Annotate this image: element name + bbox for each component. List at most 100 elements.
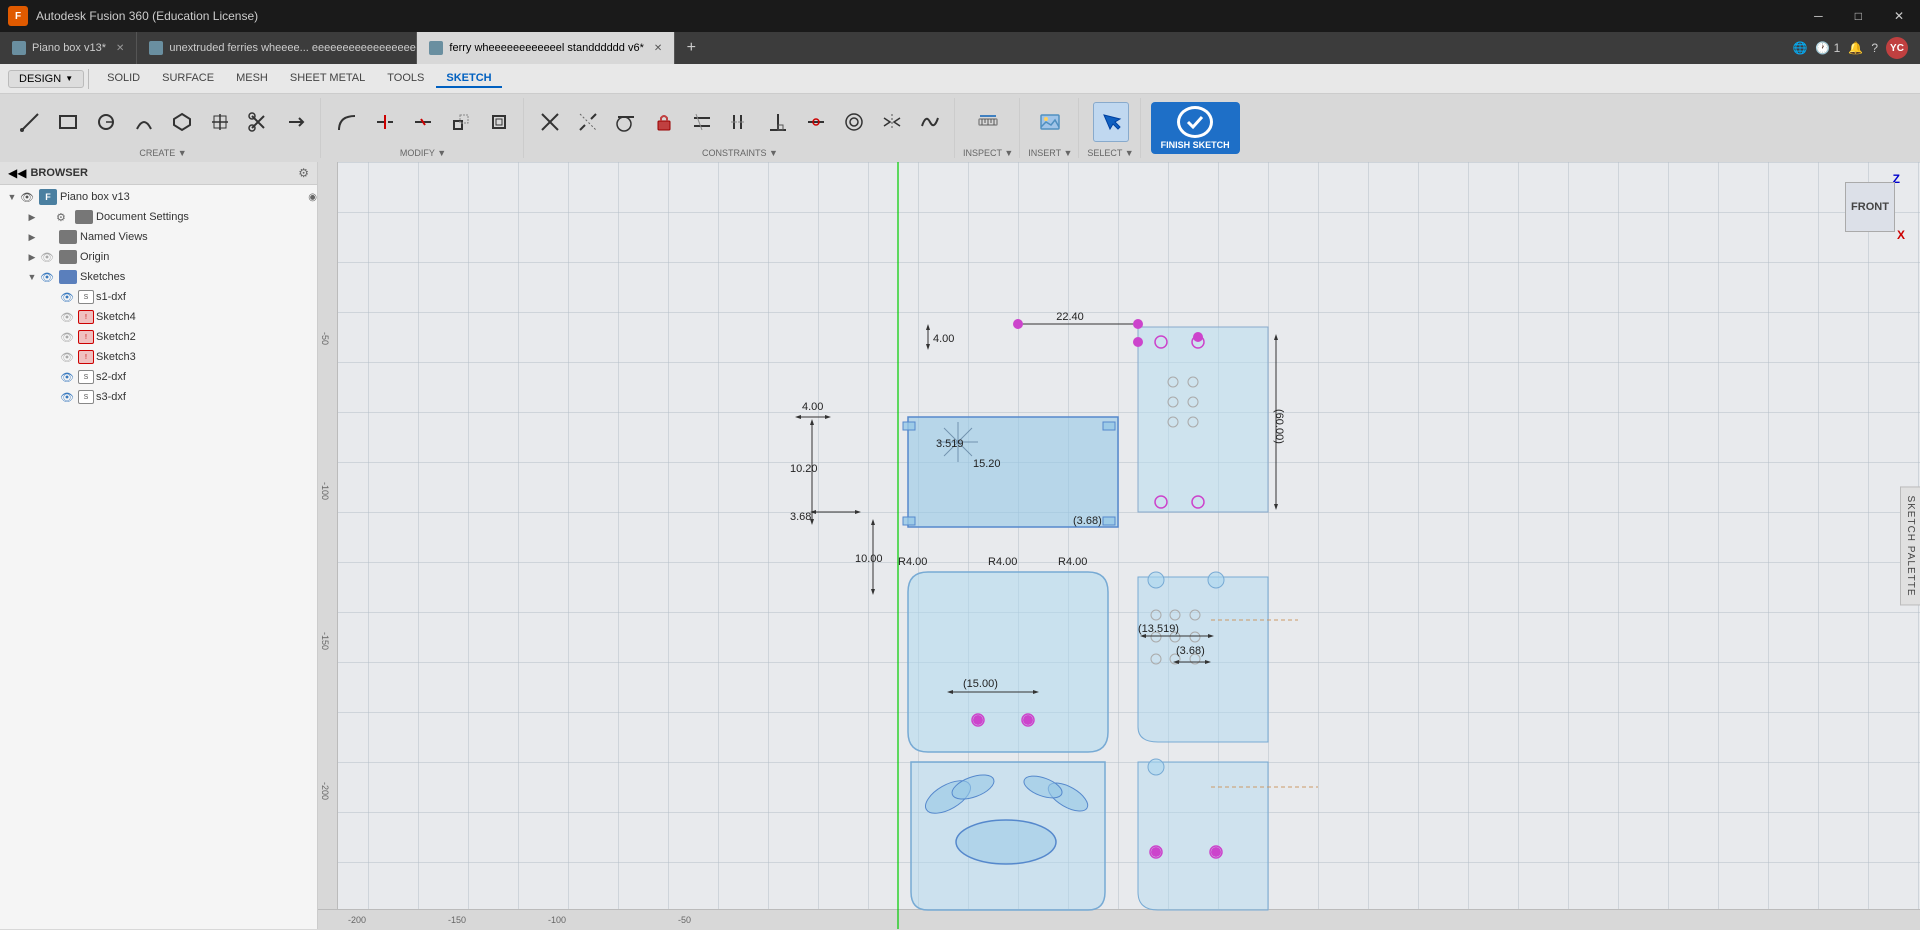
svg-text:(3.68): (3.68) bbox=[1176, 645, 1205, 657]
tree-item-s1-dxf[interactable]: 👁 S s1-dxf bbox=[0, 287, 317, 307]
view-cube[interactable]: Z FRONT X bbox=[1835, 172, 1905, 242]
s3-eye[interactable]: 👁 bbox=[60, 391, 76, 404]
tree-item-sketch4[interactable]: 👁 ! Sketch4 bbox=[0, 307, 317, 327]
finish-sketch-button[interactable]: FINISH SKETCH bbox=[1151, 102, 1240, 154]
select-tool[interactable] bbox=[1093, 102, 1129, 142]
fillet-tool[interactable] bbox=[329, 102, 365, 142]
concentric-tool[interactable] bbox=[836, 102, 872, 142]
symmetry-tool[interactable] bbox=[874, 102, 910, 142]
coincident-tool[interactable] bbox=[532, 102, 568, 142]
sketch2-label: Sketch2 bbox=[96, 331, 317, 343]
tab-close[interactable]: ✕ bbox=[116, 43, 124, 54]
root-eye[interactable]: 👁 bbox=[20, 191, 36, 204]
scale-tool[interactable] bbox=[443, 102, 479, 142]
lock-tool[interactable] bbox=[646, 102, 682, 142]
tree-item-sketches[interactable]: 👁 Sketches bbox=[0, 267, 317, 287]
sketch-palette-toggle[interactable]: SKETCH PALETTE bbox=[1900, 486, 1920, 605]
tree-item-origin[interactable]: 👁 Origin bbox=[0, 247, 317, 267]
arc-tool[interactable] bbox=[126, 102, 162, 142]
minimize-button[interactable]: ─ bbox=[1806, 7, 1831, 25]
design-mode-button[interactable]: DESIGN ▼ bbox=[8, 70, 84, 88]
doc-settings-gear[interactable]: ⚙ bbox=[56, 211, 72, 224]
equal-icon bbox=[691, 111, 713, 133]
tree-item-s3-dxf[interactable]: 👁 S s3-dxf bbox=[0, 387, 317, 407]
tab-ferry[interactable]: ferry wheeeeeeeeeeeel standddddd v6* ✕ bbox=[417, 32, 675, 64]
midpoint-tool[interactable] bbox=[798, 102, 834, 142]
tangent-tool[interactable] bbox=[608, 102, 644, 142]
user-avatar[interactable]: YC bbox=[1886, 37, 1908, 59]
sketches-eye[interactable]: 👁 bbox=[40, 271, 56, 284]
clock-icon[interactable]: 🕐 1 bbox=[1815, 41, 1840, 55]
tree-item-doc-settings[interactable]: ⚙ Document Settings bbox=[0, 207, 317, 227]
polygon-tool[interactable] bbox=[164, 102, 200, 142]
x-axis-label: X bbox=[1897, 228, 1905, 242]
expand-named-views[interactable] bbox=[24, 229, 40, 245]
tab-solid[interactable]: SOLID bbox=[97, 70, 150, 88]
tab-mesh[interactable]: MESH bbox=[226, 70, 278, 88]
tree-item-sketch2[interactable]: 👁 ! Sketch2 bbox=[0, 327, 317, 347]
root-label: Piano box v13 bbox=[60, 191, 306, 203]
finish-sketch-area: FINISH SKETCH bbox=[1151, 102, 1240, 154]
trim-tool[interactable] bbox=[240, 102, 276, 142]
canvas-area[interactable]: -200 -150 -100 -50 -200 -150 -100 -50 bbox=[318, 162, 1920, 929]
help-icon[interactable]: ? bbox=[1871, 41, 1878, 55]
tree-item-s2-dxf[interactable]: 👁 S s2-dxf bbox=[0, 367, 317, 387]
smooth-tool[interactable] bbox=[912, 102, 948, 142]
tree-item-named-views[interactable]: Named Views bbox=[0, 227, 317, 247]
tab-unextruded[interactable]: unextruded ferries wheeee... eeeeeeeeeee… bbox=[137, 32, 417, 64]
svg-text:(3.68): (3.68) bbox=[1073, 515, 1102, 527]
main-toolbar: CREATE ▼ MODIFY ▼ bbox=[0, 94, 1920, 162]
s2-eye[interactable]: 👁 bbox=[60, 371, 76, 384]
select-group: SELECT ▼ bbox=[1081, 98, 1140, 158]
perpendicular-tool[interactable] bbox=[760, 102, 796, 142]
line-tool[interactable] bbox=[12, 102, 48, 142]
measure-tool[interactable] bbox=[970, 102, 1006, 142]
tab-sketch[interactable]: SKETCH bbox=[436, 70, 501, 88]
view-cube-box[interactable]: FRONT bbox=[1845, 182, 1895, 232]
sketch3-eye[interactable]: 👁 bbox=[60, 351, 76, 364]
offset2-tool[interactable] bbox=[481, 102, 517, 142]
tab-close-3[interactable]: ✕ bbox=[654, 43, 662, 54]
expand-origin[interactable] bbox=[24, 249, 40, 265]
named-views-folder bbox=[59, 230, 77, 244]
sketch2-eye[interactable]: 👁 bbox=[60, 331, 76, 344]
polygon-icon bbox=[171, 111, 193, 133]
browser-collapse-icon[interactable]: ◀◀ bbox=[8, 166, 26, 180]
tab-piano-box[interactable]: Piano box v13* ✕ bbox=[0, 32, 137, 64]
tab-surface[interactable]: SURFACE bbox=[152, 70, 224, 88]
origin-eye[interactable]: 👁 bbox=[40, 251, 56, 264]
tab-tools[interactable]: TOOLS bbox=[377, 70, 434, 88]
s2-sketch-icon: S bbox=[78, 370, 94, 384]
bell-icon[interactable]: 🔔 bbox=[1848, 41, 1863, 55]
s1-eye[interactable]: 👁 bbox=[60, 291, 76, 304]
break-tool[interactable] bbox=[405, 102, 441, 142]
insert-image-tool[interactable] bbox=[1032, 102, 1068, 142]
close-button[interactable]: ✕ bbox=[1886, 7, 1912, 25]
globe-icon[interactable]: 🌐 bbox=[1792, 41, 1807, 55]
tab-sheet-metal[interactable]: SHEET METAL bbox=[280, 70, 375, 88]
parallel-tool[interactable] bbox=[722, 102, 758, 142]
root-broadcast[interactable]: ◉ bbox=[308, 192, 317, 203]
titlebar-controls[interactable]: ─ □ ✕ bbox=[1806, 7, 1912, 25]
equal-tool[interactable] bbox=[684, 102, 720, 142]
sketch3-icon: ! bbox=[78, 350, 94, 364]
rectangle-tool[interactable] bbox=[50, 102, 86, 142]
trim2-tool[interactable] bbox=[367, 102, 403, 142]
browser-settings-icon[interactable]: ⚙ bbox=[298, 166, 309, 180]
tree-item-root[interactable]: 👁 F Piano box v13 ◉ bbox=[0, 187, 317, 207]
expand-sketches[interactable] bbox=[24, 269, 40, 285]
doc-settings-folder bbox=[75, 210, 93, 224]
sketch4-eye[interactable]: 👁 bbox=[60, 311, 76, 324]
midpoint-icon bbox=[805, 111, 827, 133]
maximize-button[interactable]: □ bbox=[1847, 7, 1870, 25]
expand-doc-settings[interactable] bbox=[24, 209, 40, 225]
expand-root[interactable] bbox=[4, 189, 20, 205]
collinear-tool[interactable] bbox=[570, 102, 606, 142]
circle-tool[interactable] bbox=[88, 102, 124, 142]
new-tab-button[interactable]: + bbox=[675, 32, 707, 64]
offset-tool[interactable] bbox=[202, 102, 238, 142]
design-label: DESIGN bbox=[19, 73, 61, 85]
extend-tool[interactable] bbox=[278, 102, 314, 142]
tree-item-sketch3[interactable]: 👁 ! Sketch3 bbox=[0, 347, 317, 367]
tab-bar: Piano box v13* ✕ unextruded ferries whee… bbox=[0, 32, 1920, 64]
